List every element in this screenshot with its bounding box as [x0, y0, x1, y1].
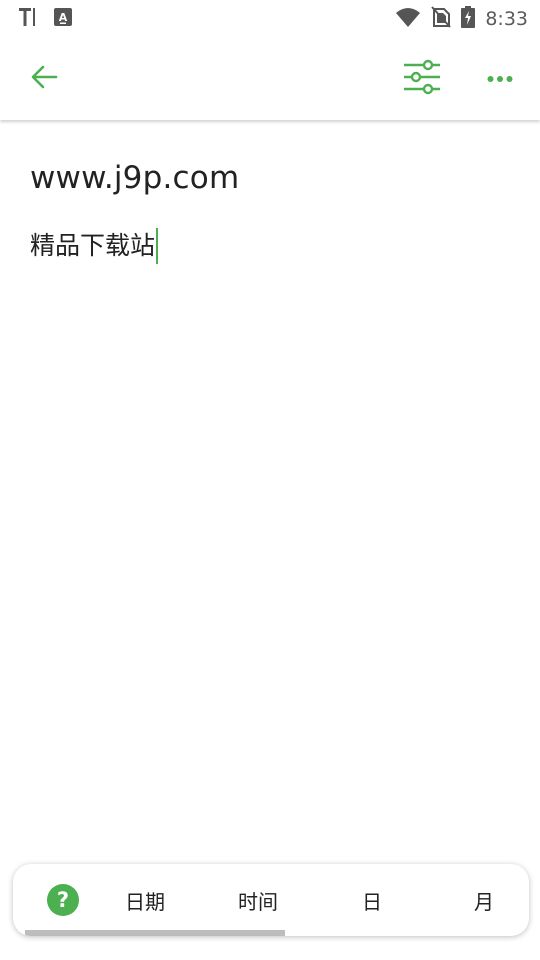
note-body-field[interactable]: 精品下载站 — [30, 226, 510, 266]
svg-text:A: A — [59, 11, 68, 24]
arrow-left-icon — [30, 63, 58, 96]
toolbar-actions — [402, 59, 520, 99]
insert-items: ? 日期 时间 日 月 — [13, 864, 529, 936]
text-cursor — [156, 228, 159, 264]
back-button[interactable] — [24, 59, 64, 99]
insert-bar-scrollbar[interactable] — [25, 930, 525, 936]
wifi-icon — [395, 7, 421, 32]
note-title[interactable]: www.j9p.com — [30, 150, 510, 206]
scrollbar-thumb[interactable] — [25, 930, 285, 936]
no-sim-icon — [431, 5, 452, 33]
insert-day-button[interactable]: 日 — [362, 864, 382, 936]
insert-month-button[interactable]: 月 — [474, 864, 494, 936]
text-notification-icon — [18, 6, 36, 33]
status-bar: A 8:33 — [0, 0, 540, 38]
status-left: A — [18, 6, 72, 33]
note-body-text: 精品下载站 — [30, 231, 156, 260]
format-button[interactable] — [402, 59, 442, 99]
help-button[interactable]: ? — [47, 884, 79, 916]
clock: 8:33 — [485, 8, 528, 30]
more-dots-icon — [487, 70, 513, 88]
insert-time-button[interactable]: 时间 — [238, 864, 278, 936]
note-editor[interactable]: www.j9p.com 精品下载站 — [30, 150, 510, 266]
question-mark-icon: ? — [56, 888, 70, 912]
insert-toolbar: ? 日期 时间 日 月 — [13, 864, 529, 936]
sliders-icon — [403, 59, 441, 100]
editor-toolbar — [0, 38, 540, 120]
insert-date-button[interactable]: 日期 — [125, 864, 165, 936]
keyboard-a-icon: A — [54, 7, 72, 31]
battery-charging-icon — [461, 5, 476, 33]
more-options-button[interactable] — [480, 59, 520, 99]
status-right: 8:33 — [395, 5, 528, 33]
